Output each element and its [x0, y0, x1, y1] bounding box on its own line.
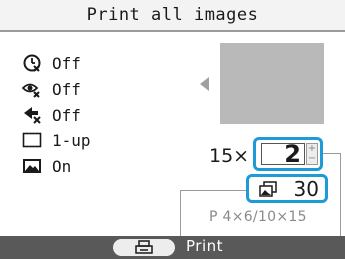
date-print-icon: [22, 53, 42, 73]
setting-image-correction[interactable]: Off: [22, 103, 81, 127]
setting-value: Off: [52, 105, 81, 125]
setting-value: On: [52, 156, 72, 176]
decrement-icon[interactable]: −: [307, 154, 317, 164]
connector-line: [180, 190, 246, 191]
copies-selector[interactable]: 2 + −: [253, 137, 323, 171]
connector-line: [323, 153, 340, 154]
total-prints-value: 30: [293, 177, 319, 201]
page-title: Print all images: [86, 5, 259, 25]
total-prints-icon: [259, 181, 277, 201]
print-button[interactable]: [113, 239, 175, 256]
border-icon: [22, 156, 42, 176]
title-bar: Print all images: [0, 0, 345, 32]
image-correction-icon: [22, 105, 42, 125]
paper-size-label: P 4×6/10×15: [209, 209, 307, 225]
setting-borders[interactable]: On: [22, 154, 71, 178]
setting-red-eye[interactable]: Off: [22, 77, 81, 101]
setting-layout[interactable]: 1-up: [22, 128, 91, 152]
setting-value: Off: [52, 53, 81, 73]
red-eye-correction-icon: [22, 79, 42, 99]
copies-value: 2: [284, 140, 301, 168]
total-prints-box: 30: [246, 174, 328, 203]
connector-line: [180, 190, 181, 236]
copies-multiplier: 15×: [209, 145, 250, 167]
print-all-images-screen: Print all images Off Off Off 1-up On 15×…: [0, 0, 345, 259]
copies-field[interactable]: 2: [261, 140, 305, 168]
setting-date-print[interactable]: Off: [22, 51, 81, 75]
layout-icon: [22, 130, 42, 150]
setting-value: 1-up: [52, 130, 91, 150]
bottom-bar: Print: [0, 236, 345, 259]
setting-value: Off: [52, 79, 81, 99]
print-button-icon: [135, 240, 153, 259]
connector-line: [340, 153, 341, 236]
print-label: Print: [186, 237, 224, 255]
copies-stepper[interactable]: + −: [306, 143, 318, 165]
previous-image-arrow-icon[interactable]: [200, 77, 209, 91]
image-preview: [220, 43, 324, 124]
